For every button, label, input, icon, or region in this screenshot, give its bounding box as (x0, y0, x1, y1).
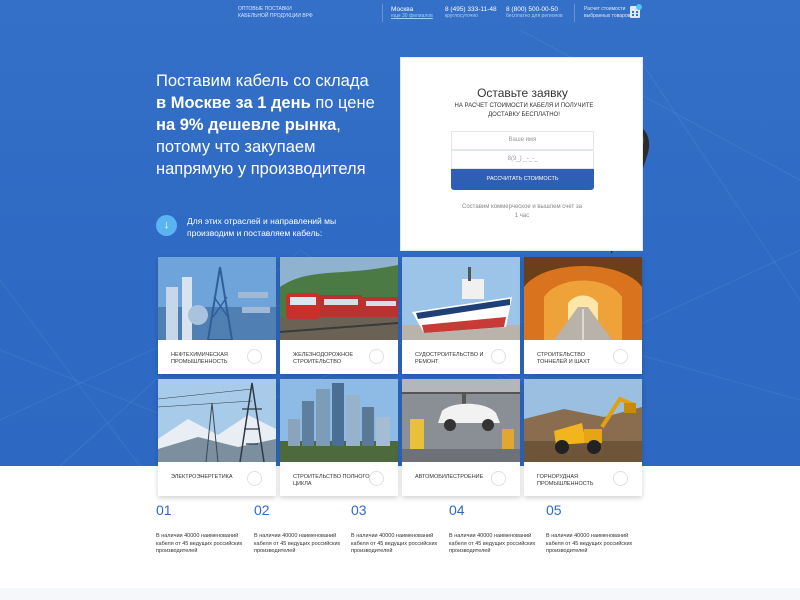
advantage-text: В наличии 40000 наименований кабеля от 4… (254, 533, 341, 554)
tile-label: СТРОИТЕЛЬСТВО ТОННЕЛЕЙ И ШАХТ (537, 352, 590, 365)
car-factory-icon (402, 379, 520, 462)
power-tower-icon (158, 379, 276, 462)
tile-arrow-icon[interactable] (247, 471, 262, 486)
industry-tile-shipbuilding[interactable]: СУДОСТРОИТЕЛЬСТВО И РЕМОНТ (402, 257, 520, 374)
brand-block[interactable]: ОПТОВЫЕ ПОСТАВКИ КАБЕЛЬНОЙ ПРОДУКЦИИ ВРФ (238, 6, 313, 20)
advantage-number: 01 (156, 502, 172, 518)
advantage-text: В наличии 40000 наименований кабеля от 4… (546, 533, 633, 554)
phone-block-2: 8 (800) 500-00-50 бесплатно для регионов (506, 6, 563, 20)
tile-arrow-icon[interactable] (369, 349, 384, 364)
tile-label: АВТОМОБИЛЕСТРОЕНИЕ (415, 474, 484, 480)
advantage-item: 03 В наличии 40000 наименований кабеля о… (351, 502, 446, 556)
headline-line-5: напрямую у производителя (156, 160, 366, 178)
tile-label: ГОРНОРУДНАЯ ПРОМЫШЛЕННОСТЬ (537, 474, 594, 487)
advantage-text: В наличии 40000 наименований кабеля от 4… (156, 533, 243, 554)
calc-line-1: Расчет стоимости (584, 6, 626, 12)
industry-tile-petrochemical[interactable]: НЕФТЕХИМИЧЕСКАЯ ПРОМЫШЛЕННОСТЬ (158, 257, 276, 374)
tile-label: ЭЛЕКТРОЭНЕРГЕТИКА (171, 474, 233, 480)
phone-number-1[interactable]: 8 (495) 333-11-48 (445, 6, 497, 13)
advantage-number: 03 (351, 502, 367, 518)
next-section-edge (0, 588, 800, 600)
industry-tile-automotive[interactable]: АВТОМОБИЛЕСТРОЕНИЕ (402, 379, 520, 496)
advantage-number: 05 (546, 502, 562, 518)
request-form: Оставьте заявку НА РАСЧЕТ СТОИМОСТИ КАБЕ… (400, 57, 643, 251)
advantage-item: 04 В наличии 40000 наименований кабеля о… (449, 502, 544, 556)
name-input[interactable]: Ваше имя (451, 131, 594, 150)
tile-arrow-icon[interactable] (247, 349, 262, 364)
advantage-number: 04 (449, 502, 465, 518)
tile-label: СУДОСТРОИТЕЛЬСТВО И РЕМОНТ (415, 352, 484, 365)
advantage-item: 05 В наличии 40000 наименований кабеля о… (546, 502, 641, 556)
phone-input[interactable]: 8(9_) _-_-_ (451, 150, 594, 169)
tile-label: СТРОИТЕЛЬСТВО ПОЛНОГО ЦИКЛА (293, 474, 370, 487)
tile-arrow-icon[interactable] (369, 471, 384, 486)
mining-truck-icon (524, 379, 642, 462)
cart-badge (636, 4, 642, 10)
form-note: Составим коммерческое и вышлем счет за 1… (462, 204, 582, 219)
tile-label: НЕФТЕХИМИЧЕСКАЯ ПРОМЫШЛЕННОСТЬ (171, 352, 228, 365)
top-bar: ОПТОВЫЕ ПОСТАВКИ КАБЕЛЬНОЙ ПРОДУКЦИИ ВРФ… (0, 0, 800, 28)
oil-refinery-icon (158, 257, 276, 340)
arrow-down-icon[interactable]: ↓ (156, 215, 177, 236)
tunnel-icon (524, 257, 642, 340)
calc-line-2: выбранных товаров (584, 13, 631, 19)
divider (574, 4, 575, 22)
skyscrapers-icon (280, 379, 398, 462)
industry-tile-tunnels[interactable]: СТРОИТЕЛЬСТВО ТОННЕЛЕЙ И ШАХТ (524, 257, 642, 374)
industry-tile-power[interactable]: ЭЛЕКТРОЭНЕРГЕТИКА (158, 379, 276, 496)
phone-caption-2: бесплатно для регионов (506, 13, 563, 19)
tile-arrow-icon[interactable] (491, 471, 506, 486)
advantage-text: В наличии 40000 наименований кабеля от 4… (449, 533, 536, 554)
industry-tile-construction[interactable]: СТРОИТЕЛЬСТВО ПОЛНОГО ЦИКЛА (280, 379, 398, 496)
train-icon (280, 257, 398, 340)
phone-block-1: 8 (495) 333-11-48 круглосуточно (445, 6, 497, 20)
phone-number-2[interactable]: 8 (800) 500-00-50 (506, 6, 563, 13)
ship-icon (402, 257, 520, 340)
city-name: Москва (391, 6, 414, 13)
industry-tile-mining[interactable]: ГОРНОРУДНАЯ ПРОМЫШЛЕННОСТЬ (524, 379, 642, 496)
headline-line-4: потому что закупаем (156, 138, 316, 156)
form-title: Оставьте заявку (477, 86, 568, 100)
brand-line-1: ОПТОВЫЕ ПОСТАВКИ (238, 6, 292, 12)
advantage-item: 01 В наличии 40000 наименований кабеля о… (156, 502, 251, 556)
phone-caption-1: круглосуточно (445, 13, 478, 19)
advantage-text: В наличии 40000 наименований кабеля от 4… (351, 533, 438, 554)
form-subtitle: НА РАСЧЕТ СТОИМОСТИ КАБЕЛЯ И ПОЛУЧИТЕ ДО… (454, 103, 594, 118)
headline-line-2: в Москве за 1 день по цене (156, 94, 375, 112)
hero-headline: Поставим кабель со склада в Москве за 1 … (156, 70, 396, 180)
tile-arrow-icon[interactable] (613, 349, 628, 364)
advantage-item: 02 В наличии 40000 наименований кабеля о… (254, 502, 349, 556)
city-block: Москва еще 30 филиалов (391, 6, 433, 20)
tile-arrow-icon[interactable] (613, 471, 628, 486)
industries-intro: Для этих отраслей и направлений мы произ… (187, 216, 337, 238)
industry-tile-railway[interactable]: ЖЕЛЕЗНОДОРОЖНОЕ СТРОИТЕЛЬСТВО (280, 257, 398, 374)
brand-line-2: КАБЕЛЬНОЙ ПРОДУКЦИИ ВРФ (238, 13, 313, 19)
calc-block[interactable]: Расчет стоимости выбранных товаров (584, 6, 630, 20)
tile-arrow-icon[interactable] (491, 349, 506, 364)
divider (382, 4, 383, 22)
headline-line-1: Поставим кабель со склада (156, 72, 369, 90)
tile-label: ЖЕЛЕЗНОДОРОЖНОЕ СТРОИТЕЛЬСТВО (293, 352, 354, 365)
advantage-number: 02 (254, 502, 270, 518)
branches-link[interactable]: еще 30 филиалов (391, 13, 433, 20)
calculate-cost-button[interactable]: РАССЧИТАТЬ СТОИМОСТЬ (451, 169, 594, 190)
headline-line-3: на 9% дешевле рынка, (156, 116, 341, 134)
